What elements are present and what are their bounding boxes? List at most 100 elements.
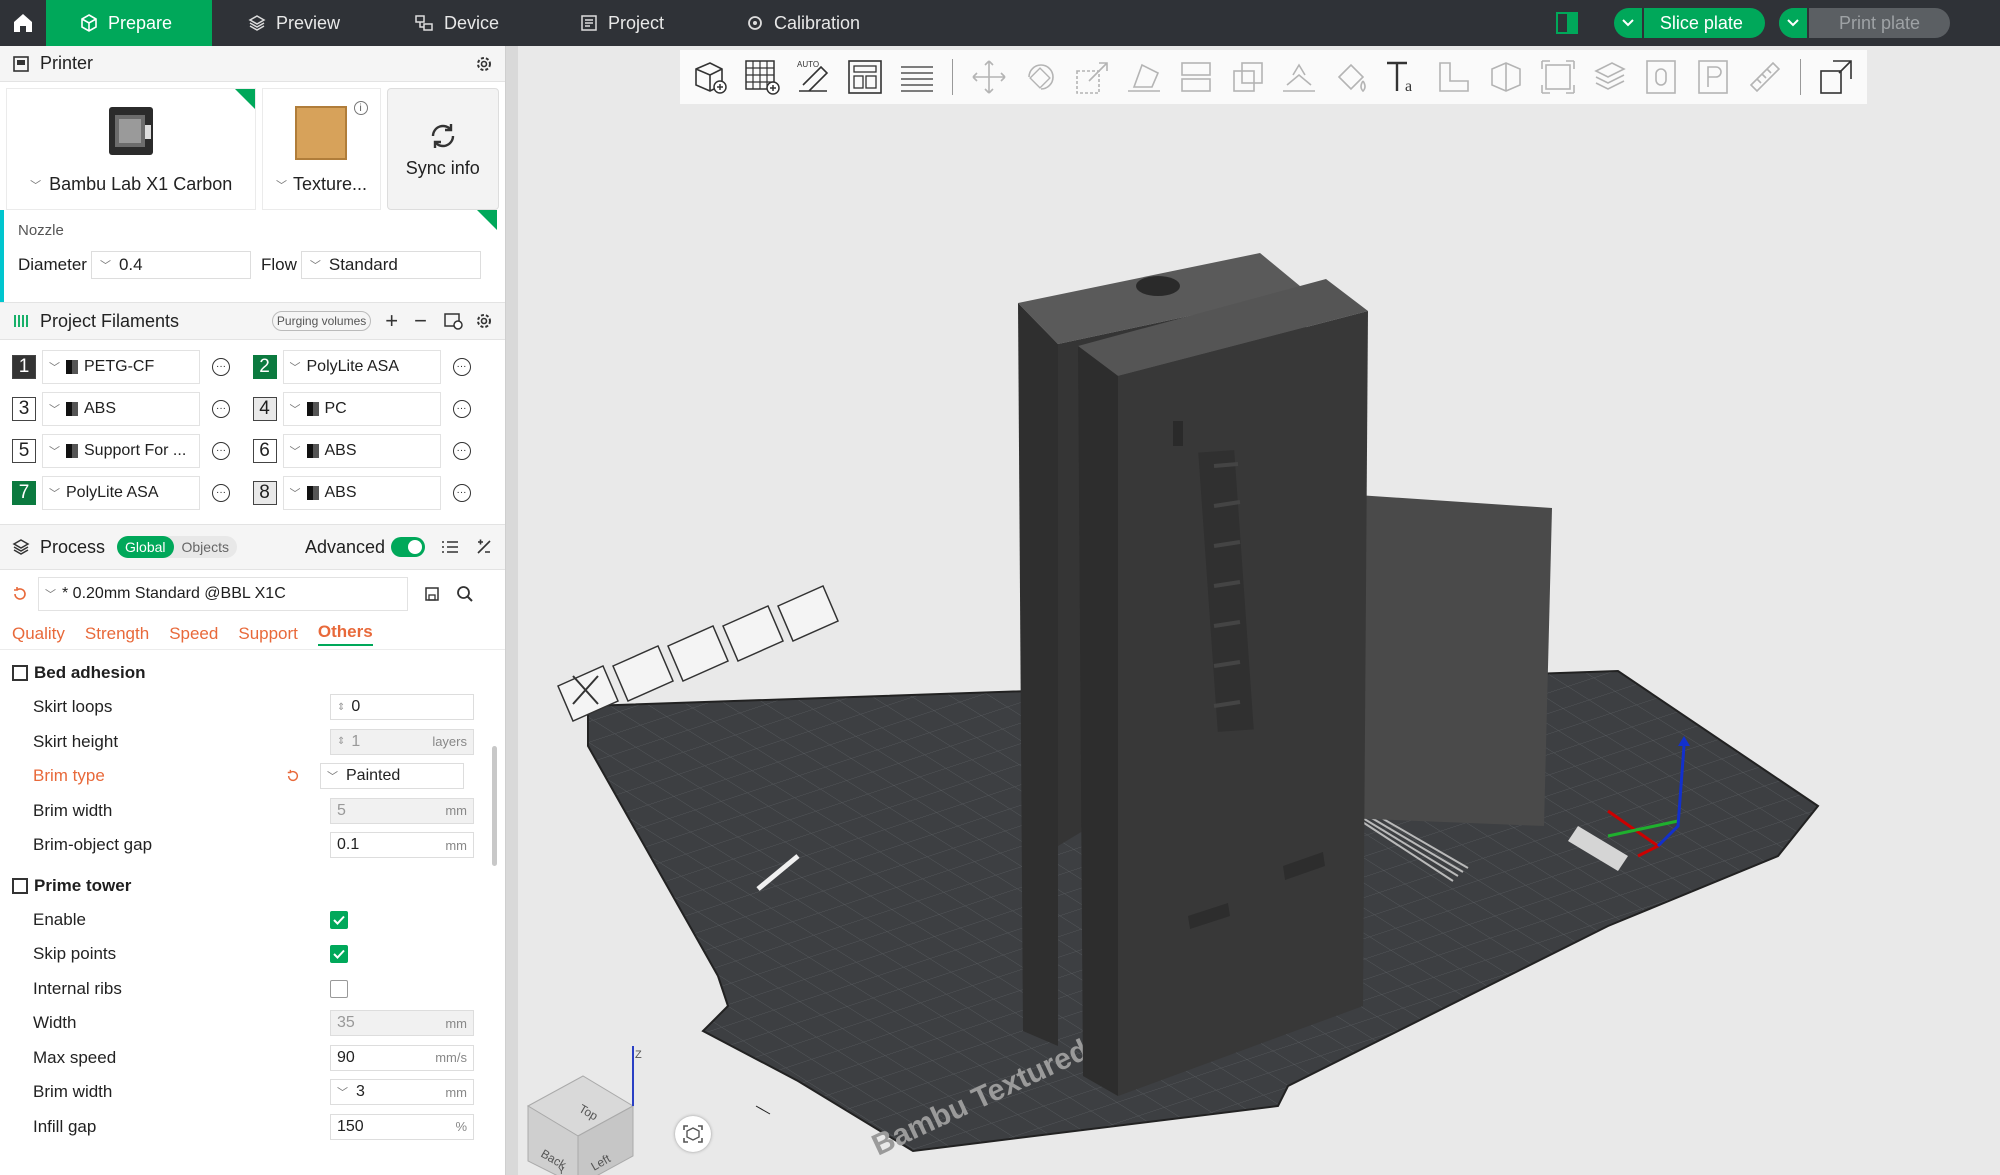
filament-number[interactable]: 7 [12, 481, 36, 505]
filament-more-icon[interactable]: ··· [452, 358, 471, 376]
tab-others[interactable]: Others [317, 622, 373, 646]
remove-filament-icon[interactable]: − [414, 308, 427, 334]
split-plates-icon[interactable] [895, 55, 939, 99]
scope-objects[interactable]: Objects [174, 536, 237, 558]
explode-icon[interactable] [1815, 55, 1859, 99]
filament-select[interactable]: ﹀ PC [282, 392, 441, 426]
filament-number[interactable]: 6 [252, 439, 277, 463]
tab-calibration[interactable]: Calibration [710, 0, 876, 46]
plate-p-icon[interactable] [1691, 55, 1735, 99]
move-icon[interactable] [967, 55, 1011, 99]
filament-number[interactable]: 8 [252, 481, 277, 505]
fit-icon[interactable] [1536, 55, 1580, 99]
color-paint-icon[interactable] [1329, 55, 1373, 99]
filament-more-icon[interactable]: ··· [212, 442, 230, 460]
panel-splitter[interactable] [506, 46, 518, 1175]
tab-device[interactable]: Device [378, 0, 544, 46]
brim-type-select[interactable]: ﹀ Painted [320, 763, 464, 790]
scope-global[interactable]: Global [117, 536, 174, 558]
view-cube[interactable]: Top Back Left Z Y [526, 1046, 642, 1175]
skip-points-checkbox[interactable] [330, 945, 348, 964]
filament-more-icon[interactable]: ··· [452, 400, 471, 418]
infill-gap-input[interactable]: 150% [330, 1113, 474, 1140]
boolean-icon[interactable] [1226, 55, 1270, 99]
slice-plate-button[interactable]: Slice plate [1613, 8, 1765, 38]
auto-orient-icon[interactable]: AUTO [791, 55, 835, 99]
plate-info-icon[interactable]: i [353, 101, 368, 115]
tab-preview[interactable]: Preview [212, 0, 378, 46]
plate-settings-icon[interactable] [777, 585, 839, 642]
tab-project[interactable]: Project [544, 0, 710, 46]
tab-prepare[interactable]: Prepare [46, 0, 212, 46]
brim-gap-input[interactable]: 0.1 mm [330, 832, 474, 859]
printer-model-card[interactable]: ﹀ Bambu Lab X1 Carbon [6, 88, 257, 210]
plate-import-icon[interactable] [612, 645, 674, 702]
filament-number[interactable]: 5 [12, 439, 36, 463]
reset-icon[interactable] [12, 586, 28, 602]
filament-settings-gear-icon[interactable] [475, 312, 493, 330]
filament-number[interactable]: 3 [12, 397, 36, 421]
add-filament-icon[interactable]: + [385, 308, 398, 334]
support-paint-icon[interactable] [1278, 55, 1322, 99]
add-object-icon[interactable] [688, 55, 732, 99]
brim-type-reset-icon[interactable] [286, 769, 300, 783]
print-dropdown-chevron-icon[interactable] [1778, 8, 1809, 38]
purging-volumes-button[interactable]: Purging volumes [271, 311, 372, 331]
add-plate-icon[interactable] [740, 55, 784, 99]
filament-select[interactable]: ﹀ PETG-CF [42, 350, 200, 384]
filament-number[interactable]: 4 [252, 397, 277, 421]
assembly-icon[interactable] [1484, 55, 1528, 99]
print-plate-button[interactable]: Print plate [1778, 8, 1950, 38]
advanced-toggle[interactable] [391, 537, 425, 557]
process-scope-toggle[interactable]: Global Objects [117, 536, 237, 558]
home-button[interactable] [0, 0, 46, 46]
prime-width-input[interactable]: 35 mm [330, 1010, 474, 1037]
plate-type-card[interactable]: i ﹀ Texture... [262, 88, 381, 210]
diameter-select[interactable]: ﹀ 0.4 [90, 251, 251, 279]
reset-view-button[interactable] [675, 1116, 711, 1152]
prime-enable-checkbox[interactable] [330, 910, 348, 929]
printer-settings-gear-icon[interactable] [475, 55, 493, 73]
filament-number[interactable]: 1 [12, 355, 36, 379]
filament-more-icon[interactable]: ··· [212, 358, 230, 376]
settings-scrollbar[interactable] [492, 746, 497, 866]
rotate-icon[interactable] [1019, 55, 1063, 99]
process-preset-select[interactable]: ﹀ * 0.20mm Standard @BBL X1C [38, 577, 408, 611]
search-icon[interactable] [456, 585, 474, 603]
ruler-icon[interactable] [1743, 55, 1787, 99]
scale-icon[interactable] [1071, 55, 1115, 99]
lay-on-face-icon[interactable] [1123, 55, 1167, 99]
filament-select[interactable]: ﹀ ABS [42, 392, 200, 426]
plate-lock-icon[interactable] [722, 605, 784, 662]
layout-toggle-icon[interactable] [1555, 12, 1578, 34]
filament-select[interactable]: ﹀ PolyLite ASA [282, 350, 441, 384]
prime-brim-width-input[interactable]: ﹀ 3 mm [330, 1079, 474, 1106]
save-preset-icon[interactable] [424, 586, 440, 602]
tab-strength[interactable]: Strength [85, 624, 149, 644]
arrange-icon[interactable] [843, 55, 887, 99]
plate-arrange-icon[interactable] [667, 625, 729, 682]
measure-icon[interactable] [1433, 55, 1477, 99]
cut-icon[interactable] [1174, 55, 1218, 99]
filament-more-icon[interactable]: ··· [212, 484, 230, 502]
filament-number[interactable]: 2 [252, 355, 277, 379]
text-tool-icon[interactable]: a [1381, 55, 1425, 99]
filament-select[interactable]: ﹀ PolyLite ASA [42, 476, 200, 510]
tab-support[interactable]: Support [238, 624, 298, 644]
filament-sync-icon[interactable] [443, 312, 463, 330]
filament-select[interactable]: ﹀ Support For ... [42, 434, 200, 468]
skirt-loops-input[interactable]: ⇕ 0 [330, 694, 474, 721]
tab-speed[interactable]: Speed [169, 624, 218, 644]
sync-info-button[interactable]: Sync info [386, 88, 499, 210]
filament-more-icon[interactable]: ··· [212, 400, 230, 418]
skirt-height-input[interactable]: ⇕ 1 layers [330, 728, 474, 755]
3d-viewport[interactable]: Bambu Textured PEI Plate Top Back Left Z… [518, 46, 2000, 1175]
tab-quality[interactable]: Quality [12, 624, 65, 644]
list-icon[interactable] [441, 539, 459, 555]
max-speed-input[interactable]: 90 mm/s [330, 1044, 474, 1071]
variable-layer-icon[interactable] [1588, 55, 1632, 99]
flow-select[interactable]: ﹀ Standard [300, 251, 481, 279]
filament-more-icon[interactable]: ··· [452, 484, 471, 502]
filament-select[interactable]: ﹀ ABS [282, 434, 441, 468]
compare-icon[interactable] [475, 538, 493, 556]
